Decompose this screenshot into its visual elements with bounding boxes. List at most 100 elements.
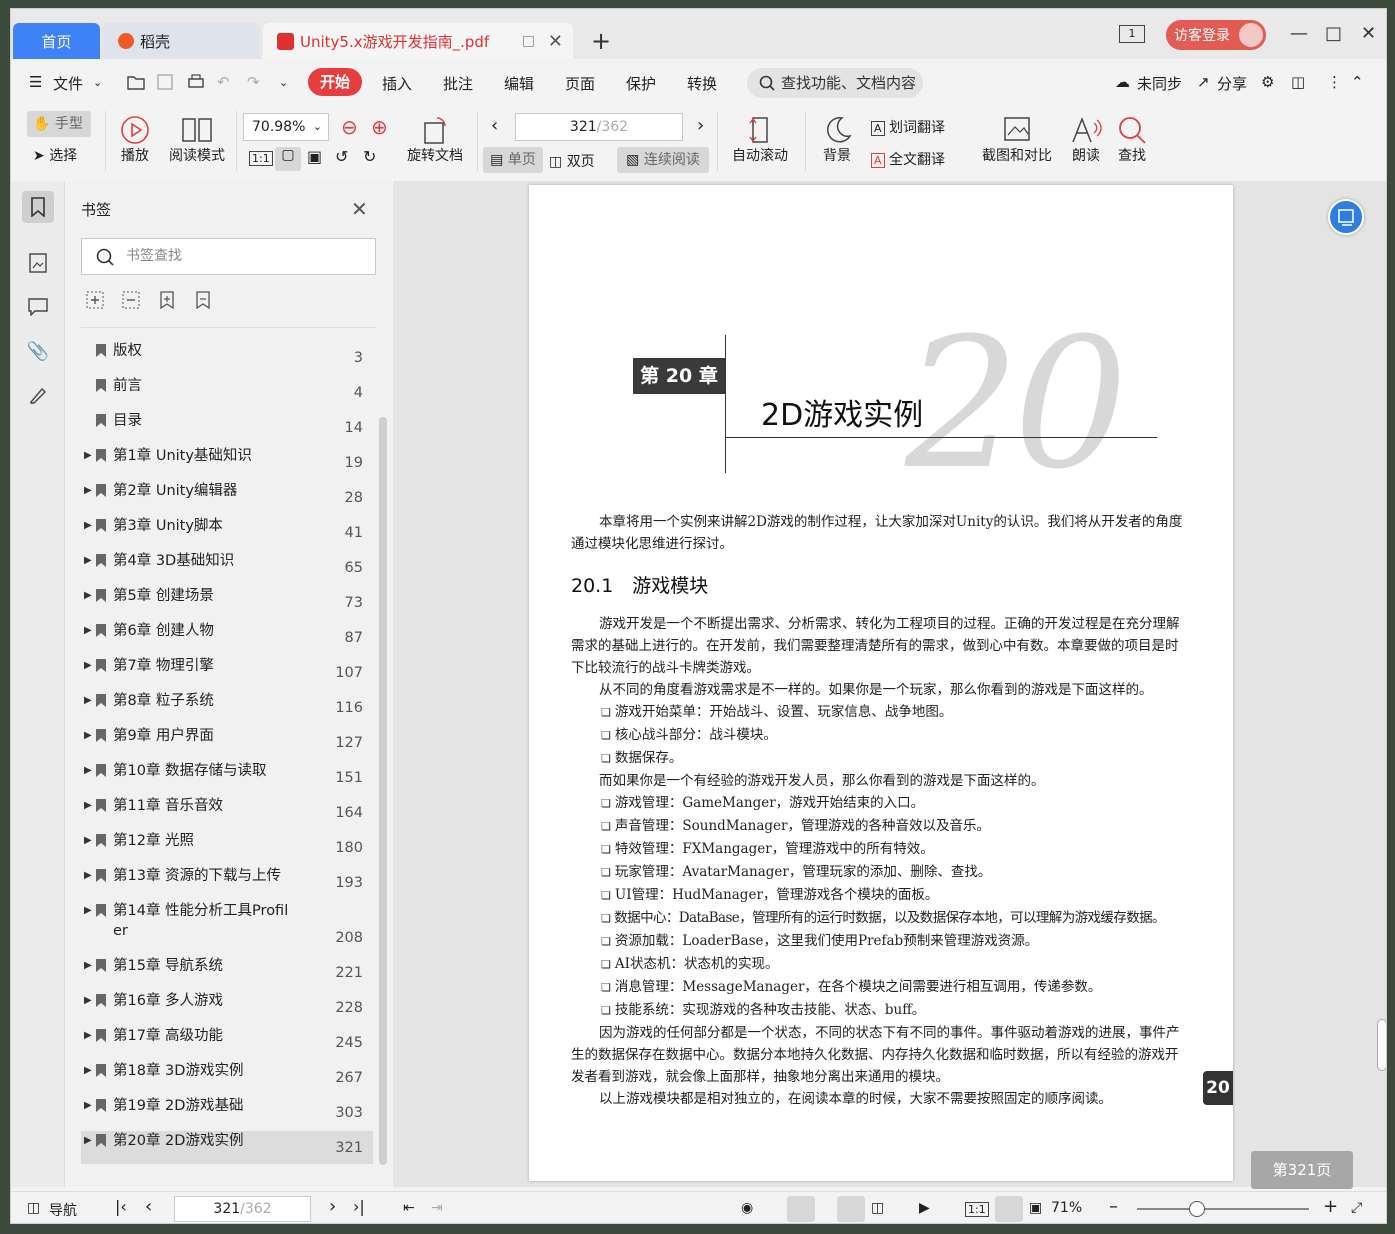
rotate-document-button[interactable]: 旋转文档 — [403, 115, 467, 165]
bookmark-item[interactable]: ▶ 第2章 Unity编辑器 28 — [81, 481, 373, 514]
actual-size-icon[interactable]: 1:1 — [965, 1202, 989, 1217]
bookmark-item[interactable]: 前言 4 — [81, 376, 373, 409]
signature-icon[interactable] — [22, 379, 54, 411]
zoom-slider[interactable] — [1137, 1208, 1309, 1210]
redo-icon[interactable]: ↷ — [247, 73, 260, 91]
share-button[interactable]: 分享 — [1217, 73, 1247, 94]
actual-size-icon[interactable]: 1:1 — [249, 151, 273, 166]
expand-arrow-icon[interactable]: ▶ — [84, 1030, 92, 1041]
full-translate-button[interactable]: A 全文翻译 — [871, 149, 945, 169]
fit-page-button[interactable] — [995, 1196, 1023, 1222]
print-icon[interactable] — [187, 74, 205, 90]
expand-arrow-icon[interactable]: ▶ — [84, 1135, 92, 1146]
forward-icon[interactable]: ⇥ — [431, 1200, 443, 1216]
expand-arrow-icon[interactable]: ▶ — [84, 960, 92, 971]
open-folder-icon[interactable] — [127, 74, 145, 90]
expand-arrow-icon[interactable]: ▶ — [84, 995, 92, 1006]
word-translate-button[interactable]: A 划词翻译 — [871, 117, 945, 137]
comment-icon[interactable]: ◫ — [1291, 73, 1305, 91]
expand-arrow-icon[interactable]: ▶ — [84, 555, 92, 566]
read-aloud-button[interactable]: 朗读 — [1069, 115, 1103, 165]
expand-arrow-icon[interactable]: ▶ — [84, 730, 92, 741]
guest-login-button[interactable]: 访客登录 — [1166, 20, 1266, 50]
menu-start[interactable]: 开始 — [308, 68, 362, 96]
attachment-icon[interactable]: 📎 — [22, 335, 54, 367]
previous-page-icon[interactable]: ‹ — [145, 1196, 152, 1217]
expand-arrow-icon[interactable]: ▶ — [84, 695, 92, 706]
single-page-button[interactable]: ▤ 单页 — [483, 147, 543, 173]
bookmark-search-input[interactable]: 书签查找 — [81, 238, 376, 275]
bookmark-item[interactable]: ▶ 第13章 资源的下载与上传 193 — [81, 866, 373, 899]
annotation-list-icon[interactable] — [22, 291, 54, 323]
more-icon[interactable]: ⋮ — [1327, 73, 1342, 91]
menu-annotate[interactable]: 批注 — [443, 73, 473, 94]
bookmark-item[interactable]: ▶ 第9章 用户界面 127 — [81, 726, 373, 759]
hamburger-icon[interactable]: ☰ — [29, 73, 42, 91]
expand-arrow-icon[interactable]: ▶ — [84, 1065, 92, 1076]
zoom-select[interactable]: 70.98% ⌄ — [243, 113, 329, 141]
expand-arrow-icon[interactable]: ▶ — [84, 485, 92, 496]
expand-arrow-icon[interactable]: ▶ — [84, 1100, 92, 1111]
fit-width-icon[interactable]: ▣ — [1029, 1200, 1042, 1216]
screen-icon[interactable]: □ — [522, 33, 535, 49]
bookmark-item[interactable]: ▶ 第8章 粒子系统 116 — [81, 691, 373, 724]
expand-arrow-icon[interactable]: ▶ — [84, 660, 92, 671]
bookmark-item[interactable]: ▶ 第6章 创建人物 87 — [81, 621, 373, 654]
status-page-input[interactable]: 321/362 — [174, 1196, 311, 1222]
bookmark-item[interactable]: ▶ 第3章 Unity脚本 41 — [81, 516, 373, 549]
double-page-button[interactable]: ◫ 双页 — [549, 151, 595, 171]
play-button[interactable]: 播放 — [117, 115, 153, 165]
close-panel-icon[interactable]: ✕ — [351, 197, 368, 221]
feature-search-input[interactable]: 查找功能、文档内容 — [747, 68, 923, 98]
single-page-view-button[interactable] — [837, 1196, 865, 1222]
bookmark-scrollbar[interactable] — [379, 417, 387, 1165]
sync-status[interactable]: 未同步 — [1137, 73, 1182, 94]
collapse-ribbon-icon[interactable]: ⌃ — [1351, 73, 1364, 91]
bookmark-item[interactable]: ▶ 第19章 2D游戏基础 303 — [81, 1096, 373, 1129]
expand-arrow-icon[interactable]: ▶ — [84, 835, 92, 846]
bookmark-item[interactable]: ▶ 第15章 导航系统 221 — [81, 956, 373, 989]
back-icon[interactable]: ⇤ — [403, 1200, 415, 1216]
nav-panel-icon[interactable]: ◫ — [27, 1200, 40, 1216]
zoom-slider-handle[interactable] — [1189, 1201, 1205, 1217]
menu-page[interactable]: 页面 — [565, 73, 595, 94]
expand-arrow-icon[interactable]: ▶ — [84, 625, 92, 636]
expand-arrow-icon[interactable]: ▶ — [84, 905, 92, 916]
rotate-left-icon[interactable]: ↺ — [335, 147, 348, 166]
screenshot-compare-button[interactable]: 截图和对比 — [979, 115, 1055, 165]
nav-label[interactable]: 导航 — [49, 1200, 77, 1220]
tab-home[interactable]: 首页 — [13, 23, 100, 59]
share-icon[interactable]: ↗ — [1197, 73, 1210, 91]
bookmark-item[interactable]: ▶ 第1章 Unity基础知识 19 — [81, 446, 373, 479]
menu-convert[interactable]: 转换 — [687, 73, 717, 94]
bookmark-item[interactable]: ▶ 第5章 创建场景 73 — [81, 586, 373, 619]
minimize-icon[interactable]: — — [1290, 23, 1308, 44]
zoom-out-icon[interactable]: – — [1109, 1196, 1118, 1217]
expand-arrow-icon[interactable]: ▶ — [84, 870, 92, 881]
zoom-out-icon[interactable]: ⊖ — [341, 115, 358, 139]
bookmark-item[interactable]: ▶ 第12章 光照 180 — [81, 831, 373, 864]
bookmark-item[interactable]: ▶ 第18章 3D游戏实例 267 — [81, 1061, 373, 1094]
maximize-icon[interactable]: □ — [1325, 23, 1342, 44]
auto-scroll-button[interactable]: 自动滚动 — [725, 115, 795, 165]
menu-protect[interactable]: 保护 — [626, 73, 656, 94]
bookmark-item[interactable]: 目录 14 — [81, 411, 373, 444]
first-page-icon[interactable]: |‹ — [115, 1197, 127, 1216]
continuous-reading-button[interactable]: ▧ 连续阅读 — [617, 147, 709, 173]
tab-daoke[interactable]: 稻壳 — [102, 23, 260, 59]
expand-arrow-icon[interactable]: ▶ — [84, 765, 92, 776]
new-tab-button[interactable]: + — [591, 27, 611, 55]
expand-arrow-icon[interactable]: ▶ — [84, 520, 92, 531]
add-bookmark-icon[interactable] — [158, 291, 176, 309]
menu-file[interactable]: 文件 — [53, 73, 83, 94]
eye-icon[interactable]: ◉ — [741, 1200, 753, 1216]
thumbnail-icon[interactable] — [22, 247, 54, 279]
fit-width-icon[interactable]: ▣ — [307, 147, 322, 166]
previous-page-icon[interactable]: ‹ — [491, 115, 498, 136]
expand-arrow-icon[interactable]: ▶ — [84, 450, 92, 461]
save-icon[interactable] — [157, 74, 173, 90]
undo-icon[interactable]: ↶ — [217, 73, 230, 91]
find-button[interactable]: 查找 — [1115, 115, 1149, 165]
document-scrollbar[interactable] — [1377, 1019, 1386, 1071]
bookmark-item[interactable]: ▶ 第14章 性能分析工具Profil er 208 — [81, 901, 373, 954]
